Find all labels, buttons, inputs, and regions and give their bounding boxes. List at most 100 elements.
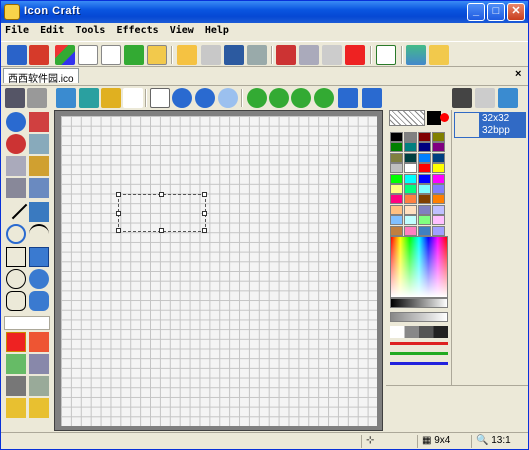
selection-handle[interactable] xyxy=(202,211,207,216)
color-swatch[interactable] xyxy=(404,184,417,194)
flip-vertical-icon[interactable] xyxy=(314,88,334,108)
color-indicator[interactable] xyxy=(440,113,449,122)
color-swatch[interactable] xyxy=(390,163,403,174)
selection-handle[interactable] xyxy=(116,228,121,233)
settings-icon[interactable] xyxy=(406,45,426,65)
color-swatch[interactable] xyxy=(390,225,403,236)
rounded-rect-icon[interactable] xyxy=(6,291,26,311)
alpha-slider[interactable] xyxy=(390,312,448,322)
transparent-mode-icon[interactable] xyxy=(29,332,49,352)
selection-handle[interactable] xyxy=(202,192,207,197)
line-tool-icon[interactable] xyxy=(4,196,28,220)
lock-t-icon[interactable] xyxy=(6,398,26,418)
color-swatch[interactable] xyxy=(404,215,417,226)
rotate-left-icon[interactable] xyxy=(338,88,358,108)
color-swatch[interactable] xyxy=(418,225,431,236)
menu-view[interactable]: View xyxy=(166,23,198,38)
shadow-alt-icon[interactable] xyxy=(29,376,49,396)
export-button[interactable] xyxy=(124,45,144,65)
print-icon[interactable] xyxy=(247,45,267,65)
close-document-icon[interactable]: × xyxy=(515,68,521,80)
open-folder-icon[interactable] xyxy=(177,45,197,65)
move-updown-icon[interactable] xyxy=(269,88,289,108)
color-swatch[interactable] xyxy=(432,163,445,174)
color-swatch[interactable] xyxy=(390,204,403,215)
new-cursor-button[interactable] xyxy=(29,45,49,65)
curve-tool-icon[interactable] xyxy=(6,224,26,244)
color-swatch[interactable] xyxy=(390,184,403,194)
filled-rectangle-icon[interactable] xyxy=(29,247,49,267)
color-swatch[interactable] xyxy=(432,173,445,184)
shadow-icon[interactable] xyxy=(6,376,26,396)
filled-ellipse-icon[interactable] xyxy=(29,269,49,289)
color-swatch[interactable] xyxy=(418,152,431,163)
transparency-swatches[interactable] xyxy=(390,326,448,338)
selection-handle[interactable] xyxy=(159,192,164,197)
pencil-icon[interactable] xyxy=(6,156,26,176)
check-icon[interactable] xyxy=(376,45,396,65)
fill-bucket-icon[interactable] xyxy=(29,178,49,198)
outline-mode-icon[interactable] xyxy=(6,354,26,374)
color-swatch[interactable] xyxy=(404,225,417,236)
color-swatch[interactable] xyxy=(418,204,431,215)
line-width-selector[interactable] xyxy=(4,316,50,330)
curve-tool-icon[interactable] xyxy=(123,88,143,108)
color-swatch[interactable] xyxy=(418,142,431,153)
color-swatch[interactable] xyxy=(432,215,445,226)
color-swatch[interactable] xyxy=(404,194,417,205)
airbrush-icon[interactable] xyxy=(6,178,26,198)
lock-c-icon[interactable] xyxy=(29,398,49,418)
paste-icon[interactable] xyxy=(322,45,342,65)
new-library-button[interactable] xyxy=(55,45,75,65)
eraser-icon[interactable] xyxy=(29,134,49,154)
zoom-out-icon[interactable] xyxy=(195,88,215,108)
rotate-right-icon[interactable] xyxy=(362,88,382,108)
color-spectrum[interactable] xyxy=(390,236,448,298)
color-swatch[interactable] xyxy=(404,152,417,163)
color-swatch[interactable] xyxy=(432,194,445,205)
pixel-grid-canvas[interactable] xyxy=(61,116,377,426)
grid-icon[interactable] xyxy=(150,88,170,108)
red-channel-slider[interactable] xyxy=(390,342,448,345)
new-icon-button[interactable] xyxy=(7,45,27,65)
filled-rounded-rect-icon[interactable] xyxy=(29,291,49,311)
menu-effects[interactable]: Effects xyxy=(112,23,162,38)
selection-handle[interactable] xyxy=(116,192,121,197)
color-swatch[interactable] xyxy=(432,152,445,163)
arc-tool-icon[interactable] xyxy=(29,224,49,244)
menu-tools[interactable]: Tools xyxy=(71,23,109,38)
layers-icon[interactable] xyxy=(498,88,518,108)
color-swatch[interactable] xyxy=(418,132,431,142)
close-button[interactable]: ✕ xyxy=(507,3,525,21)
color-swatch[interactable] xyxy=(432,142,445,153)
text-tool-icon[interactable] xyxy=(29,202,49,222)
move-left-icon[interactable] xyxy=(247,88,267,108)
extract-button[interactable] xyxy=(147,45,167,65)
rectangle-tool-icon[interactable] xyxy=(6,247,26,267)
selection-handle[interactable] xyxy=(159,228,164,233)
import-button[interactable] xyxy=(78,45,98,65)
color-swatch[interactable] xyxy=(418,184,431,194)
shapes-icon[interactable] xyxy=(27,88,47,108)
selection-rectangle[interactable] xyxy=(116,192,207,233)
color-swatch[interactable] xyxy=(390,215,403,226)
foreground-color[interactable] xyxy=(427,111,441,125)
menu-help[interactable]: Help xyxy=(201,23,233,38)
ellipse-tool-icon[interactable] xyxy=(6,269,26,289)
zoom-in-icon[interactable] xyxy=(172,88,192,108)
cube-blue-icon[interactable] xyxy=(56,88,76,108)
selection-handle[interactable] xyxy=(116,211,121,216)
color-swatch[interactable] xyxy=(432,132,445,142)
brightness-slider[interactable] xyxy=(390,298,448,308)
menu-edit[interactable]: Edit xyxy=(36,23,68,38)
color-picker-icon[interactable] xyxy=(6,134,26,154)
flip-horizontal-icon[interactable] xyxy=(291,88,311,108)
color-swatch[interactable] xyxy=(390,173,403,184)
color-swatch[interactable] xyxy=(390,152,403,163)
color-swatch[interactable] xyxy=(390,132,403,142)
blue-channel-slider[interactable] xyxy=(390,362,448,365)
pointer-button[interactable] xyxy=(101,45,121,65)
save-icon[interactable] xyxy=(224,45,244,65)
color-swatch[interactable] xyxy=(404,163,417,174)
swap-color-icon[interactable] xyxy=(29,354,49,374)
